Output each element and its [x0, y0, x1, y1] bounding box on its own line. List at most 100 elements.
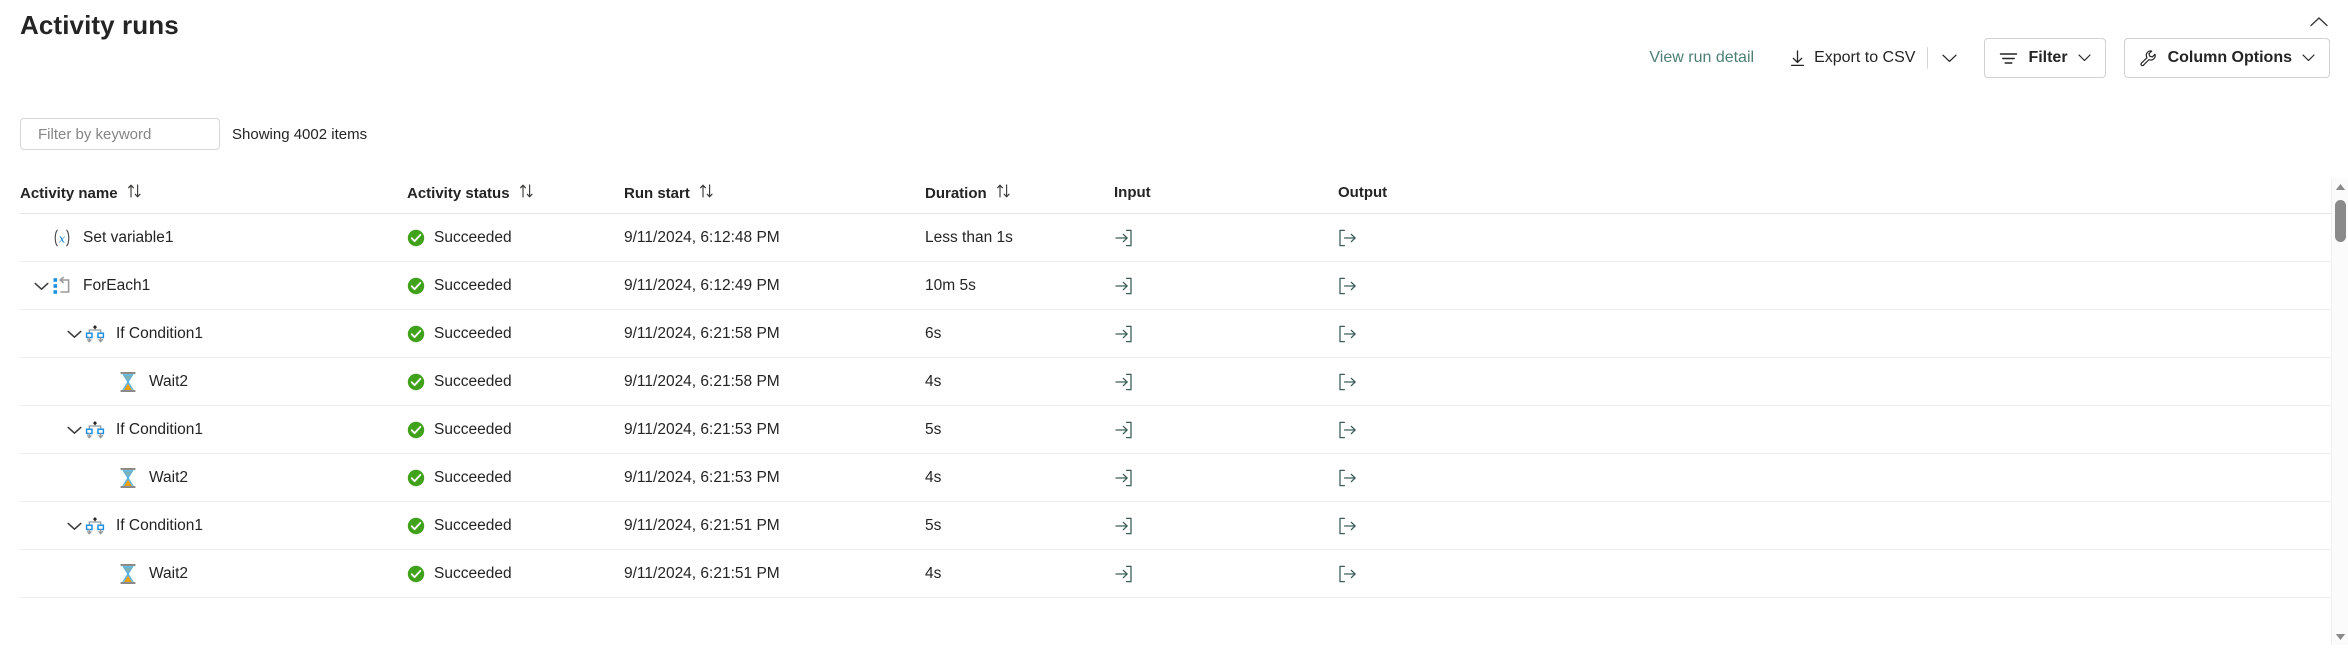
output-cell-button[interactable] [1338, 502, 1357, 550]
input-cell-button[interactable] [1114, 214, 1133, 262]
if-condition-icon [84, 323, 106, 345]
output-cell-button[interactable] [1338, 310, 1357, 358]
arrow-into-bracket-icon [1114, 469, 1133, 487]
column-header-activity-status[interactable]: Activity status [407, 184, 534, 202]
output-cell-button[interactable] [1338, 262, 1357, 310]
column-header-run-start[interactable]: Run start [624, 184, 714, 202]
filter-button[interactable]: Filter [1984, 38, 2105, 78]
column-header-label: Input [1114, 184, 1151, 201]
success-check-circle-icon [407, 469, 425, 487]
run-start-cell: 9/11/2024, 6:21:58 PM [624, 310, 780, 358]
arrow-out-of-bracket-icon [1338, 229, 1357, 247]
column-options-button[interactable]: Column Options [2124, 38, 2330, 78]
success-check-circle-icon [407, 229, 425, 247]
hourglass-icon [117, 563, 139, 585]
table-row[interactable]: ForEach1 Succeeded9/11/2024, 6:12:49 PM1… [20, 262, 2332, 310]
input-cell-button[interactable] [1114, 454, 1133, 502]
table-row[interactable]: If Condition1 Succeeded9/11/2024, 6:21:5… [20, 310, 2332, 358]
row-expand-toggle[interactable] [30, 262, 52, 310]
column-header-label: Activity name [20, 185, 118, 202]
row-expand-toggle[interactable] [63, 502, 85, 550]
view-run-detail-link[interactable]: View run detail [1649, 49, 1754, 67]
sort-arrows-icon[interactable] [127, 184, 142, 202]
table-row[interactable]: If Condition1 Succeeded9/11/2024, 6:21:5… [20, 502, 2332, 550]
arrow-out-of-bracket-icon [1338, 277, 1357, 295]
table-row[interactable]: Wait2 Succeeded9/11/2024, 6:21:51 PM4s [20, 550, 2332, 598]
output-cell-button[interactable] [1338, 214, 1357, 262]
activity-name-cell: x Set variable1 [51, 214, 173, 262]
search-box[interactable] [20, 118, 220, 150]
chevron-down-icon [2302, 54, 2315, 62]
sort-arrows-icon[interactable] [699, 184, 714, 202]
if-condition-icon [84, 515, 106, 537]
activity-status-label: Succeeded [434, 229, 512, 247]
activity-name-cell: Wait2 [117, 358, 188, 406]
activity-status-cell: Succeeded [407, 550, 512, 598]
output-cell-button[interactable] [1338, 406, 1357, 454]
collapse-panel-button[interactable] [2304, 6, 2334, 36]
scrollbar-thumb[interactable] [2335, 200, 2346, 242]
column-header-input: Input [1114, 184, 1151, 201]
duration-cell: 6s [925, 310, 941, 358]
sort-arrows-icon [699, 184, 714, 198]
input-cell-button[interactable] [1114, 406, 1133, 454]
activity-status-cell: Succeeded [407, 262, 512, 310]
foreach-loop-icon [51, 275, 73, 297]
toolbar: View run detail Export to CSV Filter [1649, 38, 2330, 78]
scroll-down-button[interactable] [2332, 628, 2348, 645]
sort-arrows-icon[interactable] [996, 184, 1011, 202]
input-cell-button[interactable] [1114, 262, 1133, 310]
activity-name-label: Wait2 [149, 565, 188, 583]
table-row[interactable]: xSet variable1 Succeeded9/11/2024, 6:12:… [20, 214, 2332, 262]
chevron-down-row-icon [34, 282, 49, 291]
success-check-circle-icon [407, 277, 425, 295]
table-row[interactable]: Wait2 Succeeded9/11/2024, 6:21:58 PM4s [20, 358, 2332, 406]
scroll-up-button[interactable] [2332, 178, 2348, 195]
success-check-circle-icon [407, 373, 425, 391]
activity-name-label: ForEach1 [83, 277, 150, 295]
success-check-circle-icon [407, 421, 425, 439]
table-rows: x Set variable1 Succeeded 9/11/2024, 6:12:… [20, 214, 2332, 598]
chevron-down-row-icon [67, 522, 82, 531]
column-header-activity-name[interactable]: Activity name [20, 184, 142, 202]
row-expand-toggle[interactable] [63, 406, 85, 454]
run-start-cell: 9/11/2024, 6:21:53 PM [624, 406, 780, 454]
vertical-scrollbar[interactable] [2331, 178, 2348, 645]
success-check-circle-icon [407, 325, 425, 343]
duration-cell: 4s [925, 550, 941, 598]
column-header-duration[interactable]: Duration [925, 184, 1011, 202]
page-title: Activity runs [20, 10, 179, 41]
duration-cell: 5s [925, 502, 941, 550]
activity-name-label: Set variable1 [83, 229, 173, 247]
success-check-circle-icon [407, 469, 425, 487]
table-row[interactable]: If Condition1 Succeeded9/11/2024, 6:21:5… [20, 406, 2332, 454]
run-start-cell: 9/11/2024, 6:12:49 PM [624, 262, 780, 310]
set-variable-icon: x [51, 227, 73, 249]
export-menu-caret-button[interactable] [1932, 43, 1966, 73]
input-cell-button[interactable] [1114, 502, 1133, 550]
sort-arrows-icon[interactable] [519, 184, 534, 202]
sort-arrows-icon [127, 184, 142, 198]
output-cell-button[interactable] [1338, 358, 1357, 406]
column-options-label: Column Options [2168, 49, 2292, 67]
activity-status-cell: Succeeded [407, 358, 512, 406]
filter-row: Showing 4002 items [20, 118, 367, 150]
activity-status-cell: Succeeded [407, 310, 512, 358]
output-cell-button[interactable] [1338, 454, 1357, 502]
activity-status-label: Succeeded [434, 517, 512, 535]
duration-cell: 4s [925, 454, 941, 502]
triangle-down-icon [2335, 633, 2346, 641]
input-cell-button[interactable] [1114, 358, 1133, 406]
run-start-cell: 9/11/2024, 6:21:51 PM [624, 502, 780, 550]
export-to-csv-button[interactable]: Export to CSV [1782, 45, 1923, 71]
output-cell-button[interactable] [1338, 550, 1357, 598]
if-condition-icon [84, 516, 106, 536]
row-expand-toggle[interactable] [63, 310, 85, 358]
duration-cell: 4s [925, 358, 941, 406]
search-input[interactable] [38, 126, 237, 143]
activity-status-label: Succeeded [434, 469, 512, 487]
input-cell-button[interactable] [1114, 310, 1133, 358]
input-cell-button[interactable] [1114, 550, 1133, 598]
table-row[interactable]: Wait2 Succeeded9/11/2024, 6:21:53 PM4s [20, 454, 2332, 502]
activity-name-cell: Wait2 [117, 454, 188, 502]
